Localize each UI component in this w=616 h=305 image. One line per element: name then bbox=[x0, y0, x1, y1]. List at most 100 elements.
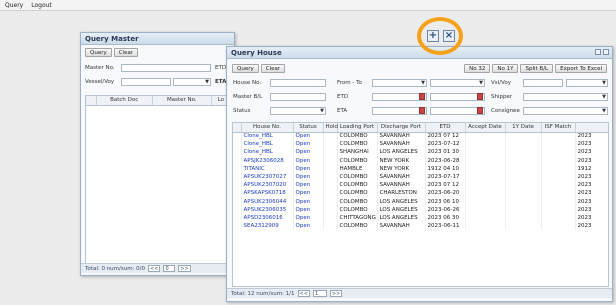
table-cell[interactable]: APSKAPSK0718 bbox=[241, 189, 294, 198]
house-next-button[interactable]: >> bbox=[329, 290, 343, 297]
row-selector[interactable] bbox=[233, 213, 242, 223]
query-button[interactable]: Query bbox=[232, 64, 259, 73]
table-cell[interactable]: TITANIC bbox=[241, 164, 294, 173]
table-row[interactable]: APSUK2307027 Open COLOMBO SAVANNAH 2023-07-1… bbox=[233, 172, 608, 182]
to-select[interactable]: ▼ bbox=[430, 79, 485, 87]
table-cell bbox=[505, 189, 542, 198]
table-row[interactable]: APSUK2307020 Open COLOMBO SAVANNAH 2023 07 1… bbox=[233, 181, 608, 190]
table-row[interactable]: APSUK2306035 Open COLOMBO LOS ANGELES 2023-0… bbox=[233, 205, 608, 214]
from-to-label: From - To bbox=[337, 80, 362, 86]
col-batch-doc[interactable]: Batch Doc bbox=[96, 96, 153, 106]
table-cell bbox=[465, 197, 506, 206]
etd-label: ETD bbox=[215, 65, 227, 71]
col-1y-date[interactable]: 1Y Date bbox=[505, 123, 542, 133]
shipper-select[interactable]: ▼ bbox=[523, 93, 608, 101]
table-cell[interactable]: APSUK2307020 bbox=[241, 181, 294, 190]
voy-select[interactable]: ▼ bbox=[173, 78, 211, 86]
row-selector[interactable] bbox=[233, 181, 242, 190]
close-window-button[interactable]: × bbox=[443, 30, 455, 42]
col-master-no[interactable]: Master No. bbox=[152, 96, 212, 106]
row-selector[interactable] bbox=[233, 148, 242, 157]
menu-query[interactable]: Query bbox=[5, 2, 23, 9]
maximize-icon[interactable] bbox=[595, 49, 601, 55]
table-cell[interactable]: APSD2306016 bbox=[241, 213, 294, 223]
calendar-icon[interactable] bbox=[419, 93, 425, 100]
status-select[interactable]: ▼ bbox=[270, 107, 326, 115]
master-bl-input[interactable] bbox=[270, 93, 326, 101]
row-selector[interactable] bbox=[233, 164, 242, 173]
consignee-select[interactable]: ▼ bbox=[523, 107, 608, 115]
chevron-down-icon: ▼ bbox=[602, 80, 606, 86]
master-prev-button[interactable]: << bbox=[148, 265, 161, 272]
house-no-input[interactable] bbox=[270, 79, 326, 87]
table-cell bbox=[323, 197, 338, 206]
row-selector[interactable] bbox=[233, 189, 242, 198]
house-prev-button[interactable]: << bbox=[297, 290, 310, 297]
house-footer: Total: 12 num/sum: 1/1 << 1 >> bbox=[227, 288, 612, 298]
row-selector[interactable] bbox=[233, 132, 242, 141]
col-hold[interactable]: Hold bbox=[323, 123, 338, 133]
clear-button[interactable]: Clear bbox=[260, 64, 286, 73]
col-status[interactable]: Status bbox=[293, 123, 324, 133]
table-cell bbox=[505, 181, 542, 190]
house-page-input[interactable]: 1 bbox=[312, 290, 327, 297]
table-row[interactable]: SEA2312909 Open COLOMBO SAVANNAH 2023-06-11 2… bbox=[233, 222, 608, 231]
table-cell[interactable]: APSUK2306035 bbox=[241, 205, 294, 214]
col-etd[interactable]: ETD bbox=[425, 123, 466, 133]
split-bl-button[interactable]: Split B/L bbox=[520, 64, 554, 73]
calendar-icon[interactable] bbox=[477, 93, 483, 100]
table-row[interactable]: Clone_HBL Open COLOMBO SAVANNAH 2023-07-12 20… bbox=[233, 140, 608, 149]
no32-button[interactable]: No 32 bbox=[464, 64, 491, 73]
master-no-label: Master No. bbox=[85, 65, 115, 71]
calendar-icon[interactable] bbox=[477, 107, 483, 114]
table-row[interactable]: Clone_HBL Open COLOMBO SAVANNAH 2023 07 12 20… bbox=[233, 132, 608, 141]
table-row[interactable]: APSKAPSK0718 Open COLOMBO CHARLESTON 2023-06… bbox=[233, 189, 608, 198]
from-select[interactable]: ▼ bbox=[372, 79, 427, 87]
master-no-input[interactable] bbox=[121, 64, 211, 72]
table-cell[interactable]: SEA2312909 bbox=[241, 222, 294, 231]
col-isf-match[interactable]: ISF Match bbox=[541, 123, 576, 133]
top-menu-bar: Query Logout bbox=[0, 0, 616, 11]
voyage-select[interactable]: ▼ bbox=[566, 79, 608, 87]
table-cell[interactable]: APSUK2306044 bbox=[241, 197, 294, 206]
row-selector[interactable] bbox=[233, 140, 242, 149]
table-cell[interactable]: APSUK2307027 bbox=[241, 172, 294, 182]
no1y-button[interactable]: No 1Y bbox=[492, 64, 519, 73]
col-house-no[interactable]: House No. bbox=[241, 123, 294, 133]
add-window-button[interactable]: + bbox=[427, 30, 439, 42]
menu-logout[interactable]: Logout bbox=[31, 2, 52, 9]
table-cell[interactable]: Clone_HBL bbox=[241, 148, 294, 157]
table-row[interactable]: APSD2306016 Open CHITTAGONG LOS ANGELES 2023… bbox=[233, 213, 608, 223]
col-loading-port[interactable]: Loading Port bbox=[337, 123, 378, 133]
col-accept-date[interactable]: Accept Date bbox=[465, 123, 506, 133]
vessel-input[interactable] bbox=[523, 79, 563, 87]
col-extra[interactable] bbox=[575, 123, 608, 133]
vessel-input[interactable] bbox=[121, 78, 171, 86]
table-cell: COLOMBO bbox=[337, 156, 378, 165]
calendar-icon[interactable] bbox=[419, 107, 425, 114]
table-row[interactable]: TITANIC Open HAMBLE NEW YORK 1912 04 10 1912 bbox=[233, 164, 608, 173]
table-row[interactable]: Clone_HBL Open SHANGHAI LOS ANGELES 2023 01 … bbox=[233, 148, 608, 157]
row-selector[interactable] bbox=[233, 205, 242, 214]
table-cell[interactable]: Clone_HBL bbox=[241, 140, 294, 149]
row-selector[interactable] bbox=[233, 197, 242, 206]
table-cell[interactable]: APSJK2306028 bbox=[241, 156, 294, 165]
clear-button[interactable]: Clear bbox=[113, 48, 139, 57]
table-row[interactable]: APSJK2306028 Open COLOMBO NEW YORK 2023-06-2… bbox=[233, 156, 608, 165]
table-row[interactable]: APSUK2306044 Open COLOMBO LOS ANGELES 2023 0… bbox=[233, 197, 608, 206]
row-selector[interactable] bbox=[233, 172, 242, 182]
export-excel-button[interactable]: Export To Excel bbox=[555, 64, 607, 73]
query-master-window: Query Master Query Clear Master No. ETD … bbox=[80, 32, 235, 276]
chevron-down-icon: ▼ bbox=[602, 108, 606, 114]
row-selector[interactable] bbox=[233, 222, 242, 231]
master-next-button[interactable]: >> bbox=[178, 265, 191, 272]
table-cell: Open bbox=[293, 172, 324, 182]
master-page-input[interactable]: 0 bbox=[163, 265, 176, 272]
row-selector[interactable] bbox=[233, 156, 242, 165]
query-button[interactable]: Query bbox=[85, 48, 112, 57]
table-cell bbox=[323, 132, 338, 141]
table-cell[interactable]: Clone_HBL bbox=[241, 132, 294, 141]
col-discharge-port[interactable]: Discharge Port bbox=[377, 123, 426, 133]
table-cell: 2023 bbox=[575, 148, 608, 157]
close-icon[interactable] bbox=[603, 49, 609, 55]
